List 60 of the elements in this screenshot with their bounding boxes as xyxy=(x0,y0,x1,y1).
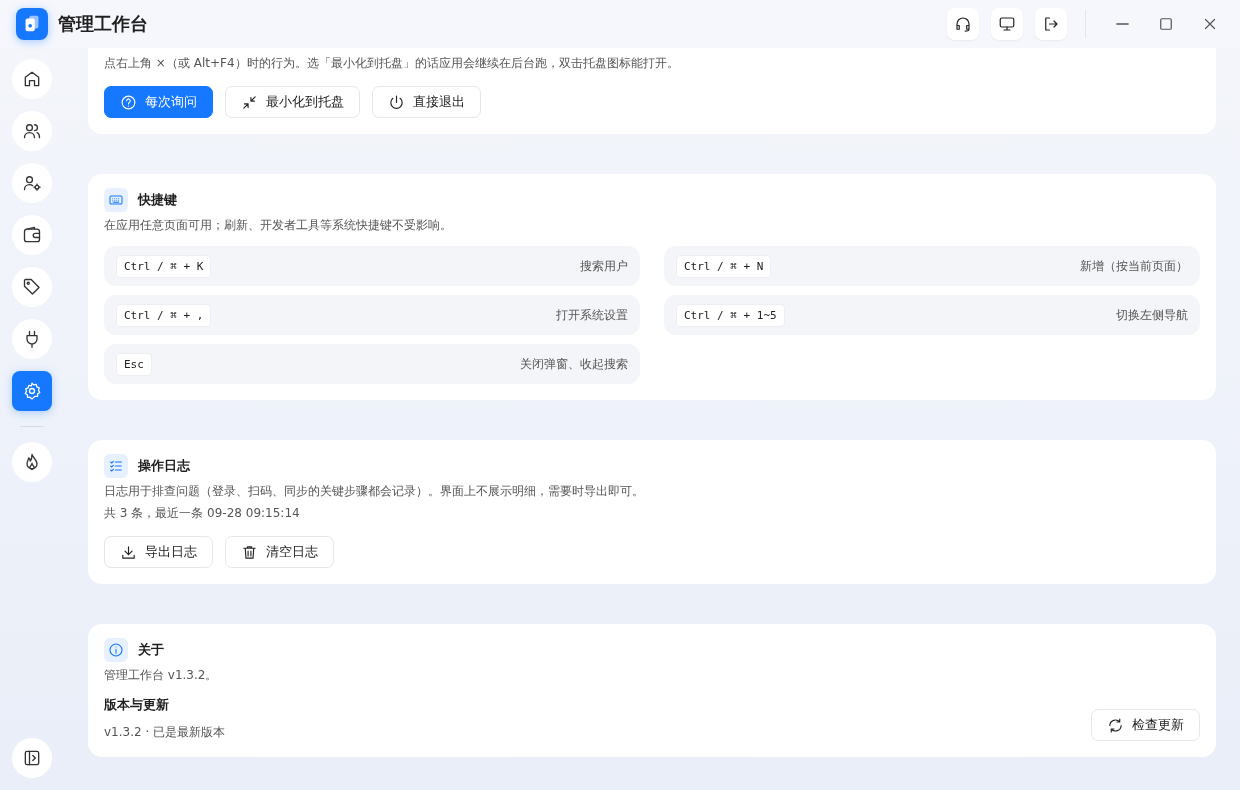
shortcut-label: 切换左侧导航 xyxy=(1116,306,1188,324)
keyboard-icon xyxy=(104,188,128,212)
checklist-icon xyxy=(104,454,128,478)
shortcut-label: 打开系统设置 xyxy=(556,306,628,324)
export-button[interactable]: 导出日志 xyxy=(104,536,213,568)
minimize-icon xyxy=(1115,23,1129,25)
log-summary: 共 3 条，最近一条 09-28 09:15:14 xyxy=(104,505,301,522)
version-status: v1.3.2 · 已是最新版本 xyxy=(104,724,226,741)
tag-icon xyxy=(22,277,42,297)
key-combo: Ctrl / ⌘ + 1~5 xyxy=(676,303,785,327)
trash-icon xyxy=(241,543,258,561)
power-icon xyxy=(388,93,405,111)
sidebar-toggle-icon xyxy=(22,748,42,768)
headset-icon xyxy=(954,15,972,33)
section-title: 操作日志 xyxy=(138,457,190,475)
sidebar-item[interactable] xyxy=(12,442,52,482)
shrink-icon xyxy=(241,93,258,111)
app-logo-icon xyxy=(16,8,48,40)
key-combo: Ctrl / ⌘ + N xyxy=(676,254,772,278)
sidebar-item[interactable] xyxy=(12,267,52,307)
logout-icon xyxy=(1042,15,1060,33)
users-icon xyxy=(22,121,42,141)
description-text: 点右上角 ×（或 Alt+F4）时的行为。选「最小化到托盘」的话应用会继续在后台跑，双击托盘图标能打开。 xyxy=(104,55,680,72)
wallet-icon xyxy=(22,225,42,245)
monitor-icon xyxy=(998,15,1016,33)
shortcut-label: 新增（按当前页面） xyxy=(1080,257,1188,275)
option-button[interactable]: 直接退出 xyxy=(372,86,481,118)
description-text: 在应用任意页面可用；刷新、开发者工具等系统快捷键不受影响。 xyxy=(104,217,453,234)
section-title: 关于 xyxy=(138,641,164,659)
settings-icon xyxy=(22,381,42,401)
option-button[interactable]: 最小化到托盘 xyxy=(225,86,360,118)
clear-button[interactable]: 清空日志 xyxy=(225,536,334,568)
help-icon xyxy=(120,93,137,111)
key-combo: Ctrl / ⌘ + K xyxy=(116,254,212,278)
subsection-title: 版本与更新 xyxy=(104,696,170,714)
maximize-icon xyxy=(1157,15,1175,33)
sidebar-item[interactable] xyxy=(12,215,52,255)
sidebar-item[interactable] xyxy=(12,319,52,359)
refresh-icon xyxy=(1107,716,1124,734)
option-button[interactable]: 每次询问 xyxy=(104,86,213,118)
download-icon xyxy=(120,543,137,561)
logout-button[interactable] xyxy=(1035,8,1067,40)
description-text: 管理工作台 v1.3.2。 xyxy=(104,667,219,684)
info-icon xyxy=(104,638,128,662)
support-button[interactable] xyxy=(947,8,979,40)
shortcut-label: 搜索用户 xyxy=(580,257,628,275)
display-button[interactable] xyxy=(991,8,1023,40)
user-settings-icon xyxy=(22,173,42,193)
key-combo: Ctrl / ⌘ + , xyxy=(116,303,212,327)
home-icon xyxy=(22,69,42,89)
check-update-button[interactable]: 检查更新 xyxy=(1091,709,1200,741)
section-title: 快捷键 xyxy=(138,191,177,209)
sidebar-item[interactable] xyxy=(12,111,52,151)
shortcut-label: 关闭弹窗、收起搜索 xyxy=(520,355,628,373)
sidebar-item[interactable] xyxy=(12,59,52,99)
collapse-sidebar-button[interactable] xyxy=(12,738,52,778)
key-combo: Esc xyxy=(116,352,152,376)
sidebar-item[interactable] xyxy=(12,163,52,203)
app-title: 管理工作台 xyxy=(58,12,148,36)
description-text: 日志用于排查问题（登录、扫码、同步的关键步骤都会记录）。界面上不展示明细，需要时导出即可。 xyxy=(104,483,645,500)
